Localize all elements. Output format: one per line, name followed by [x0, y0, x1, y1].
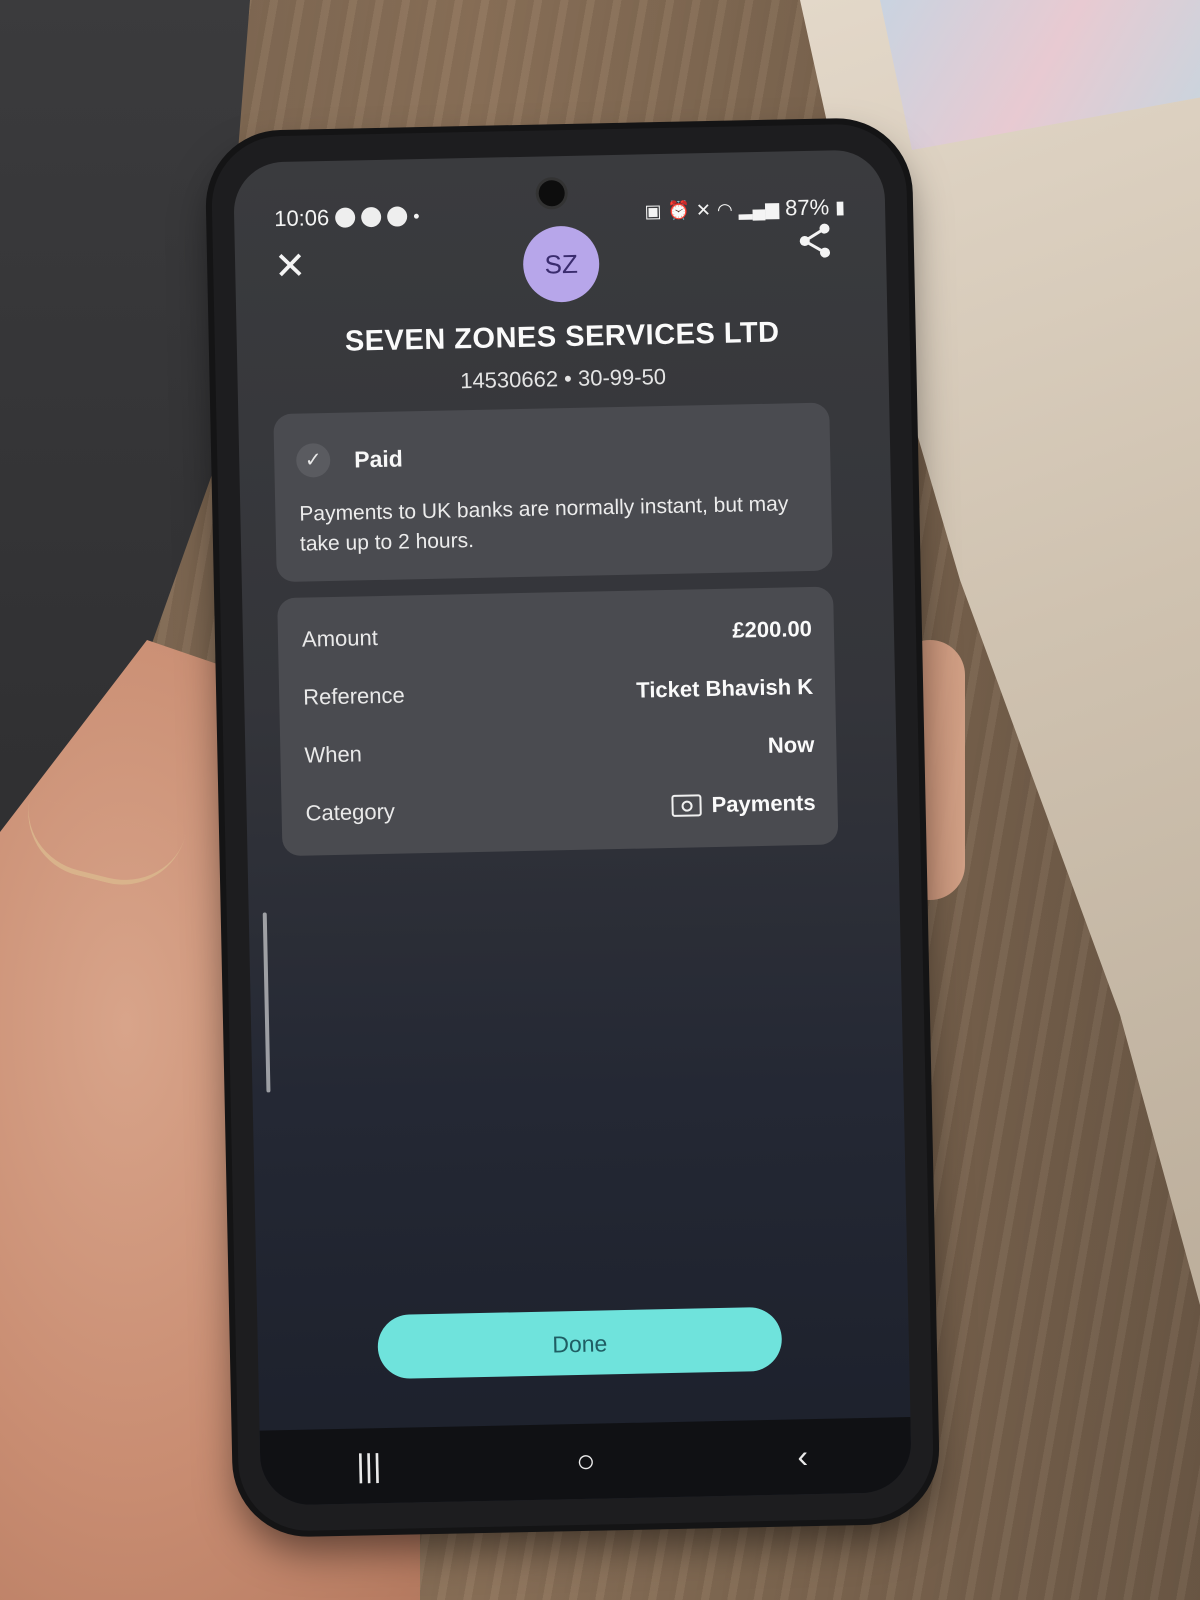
payment-details-card: Amount £200.00 Reference Ticket Bhavish …: [277, 586, 839, 857]
home-button[interactable]: ○: [545, 1442, 626, 1481]
alarm-icon: ⏰: [667, 199, 691, 221]
share-button[interactable]: [794, 220, 845, 271]
battery-percent: 87%: [784, 194, 830, 221]
detail-row-category[interactable]: Category Payments: [305, 783, 816, 834]
mute-icon: ✕: [695, 199, 712, 220]
share-icon: [799, 223, 831, 258]
wifi-icon: ◠: [716, 199, 733, 220]
status-description: Payments to UK banks are normally instan…: [299, 492, 789, 556]
back-icon: ‹: [797, 1438, 809, 1475]
close-button[interactable]: ✕: [265, 241, 316, 292]
done-button[interactable]: Done: [377, 1306, 783, 1380]
status-left: 10:06 •: [274, 203, 420, 232]
amount-label: Amount: [301, 625, 379, 652]
lock-icon: ▣: [644, 200, 662, 221]
reference-value: Ticket Bhavish K: [635, 673, 814, 703]
detail-row-amount: Amount £200.00: [302, 609, 813, 660]
avatar: SZ: [522, 225, 600, 303]
back-button[interactable]: ‹: [762, 1437, 843, 1476]
category-value[interactable]: Payments: [671, 789, 816, 819]
home-icon: ○: [575, 1442, 596, 1480]
amount-value: £200.00: [732, 615, 813, 643]
category-label: Category: [305, 798, 396, 826]
check-icon: ✓: [295, 442, 331, 478]
phone-screen: 10:06 • ▣ ⏰ ✕ ◠ ▂▄▆ 87% ▮ ✕ SZ SEVEN ZON…: [233, 149, 912, 1506]
camera-icon: [671, 794, 702, 817]
recents-button[interactable]: |||: [328, 1447, 409, 1486]
more-notifications-icon: •: [413, 205, 420, 226]
detail-row-reference: Reference Ticket Bhavish K: [303, 667, 814, 718]
notification-icon: [335, 207, 356, 228]
payee-name: SEVEN ZONES SERVICES LTD: [344, 316, 780, 358]
when-value: Now: [767, 731, 815, 758]
phone: 10:06 • ▣ ⏰ ✕ ◠ ▂▄▆ 87% ▮ ✕ SZ SEVEN ZON…: [210, 122, 935, 1533]
signal-icon: ▂▄▆: [738, 198, 780, 219]
status-title: Paid: [353, 445, 404, 473]
reference-label: Reference: [302, 682, 405, 710]
recents-icon: |||: [355, 1447, 382, 1484]
category-value-text: Payments: [711, 789, 816, 818]
battery-icon: ▮: [834, 196, 846, 217]
navigation-bar: ||| ○ ‹: [259, 1417, 912, 1506]
account-details: 14530662 • 30-99-50: [459, 363, 667, 394]
whatsapp-icon: [387, 206, 408, 227]
scroll-indicator: [262, 912, 271, 1093]
when-label: When: [304, 741, 363, 768]
payment-status-card: ✓ Paid Payments to UK banks are normally…: [273, 402, 833, 583]
status-time: 10:06: [273, 204, 330, 232]
close-icon: ✕: [273, 245, 307, 289]
messenger-icon: [361, 206, 382, 228]
detail-row-when: When Now: [304, 725, 815, 776]
